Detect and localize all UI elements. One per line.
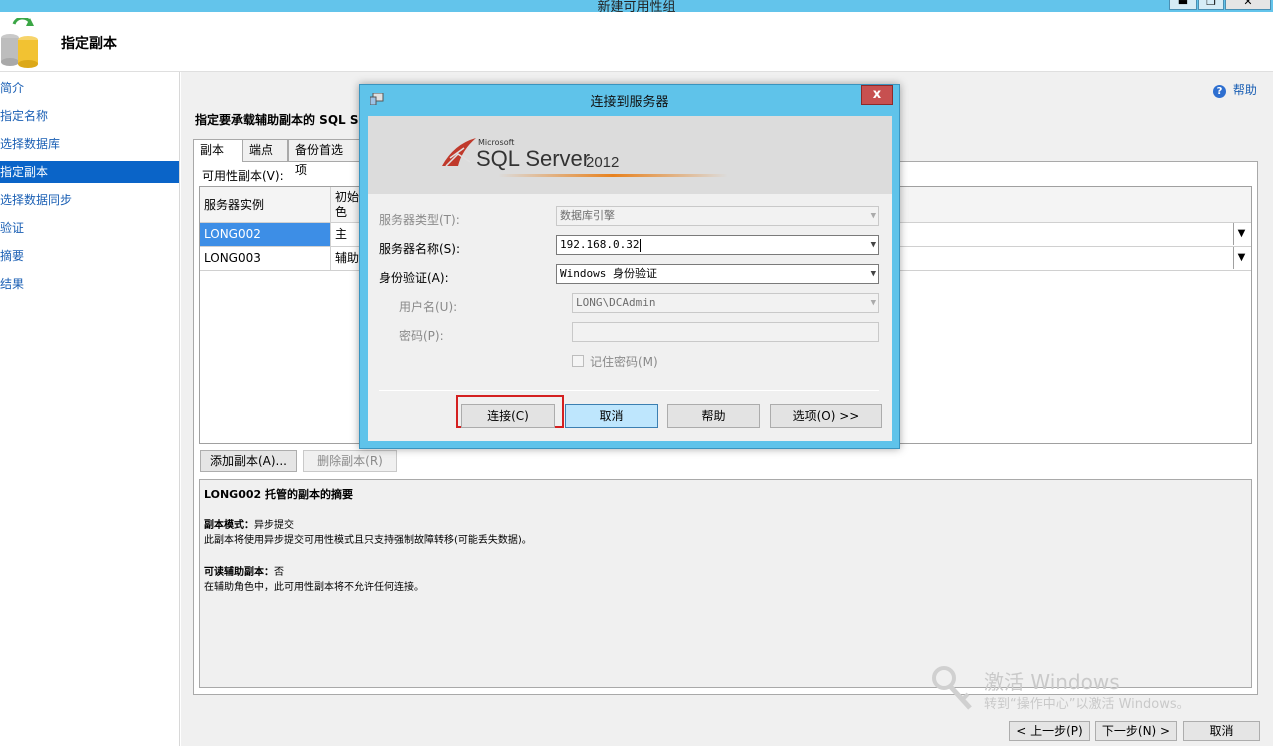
chevron-down-icon: ▼ bbox=[870, 298, 876, 308]
cancel-wizard-button[interactable]: 取消 bbox=[1183, 721, 1260, 741]
server-type-select[interactable]: 数据库引擎 ▼ bbox=[556, 206, 879, 226]
server-type-label: 服务器类型(T): bbox=[379, 213, 460, 227]
close-icon: ✕ bbox=[1243, 0, 1253, 8]
connect-dialog: 连接到服务器 x Microsoft SQL Server 2012 服务器类型… bbox=[359, 84, 900, 449]
sql-server-logo-icon bbox=[442, 138, 476, 167]
server-name-label: 服务器名称(S): bbox=[379, 242, 461, 256]
tab-endpoints[interactable]: 端点 bbox=[242, 139, 288, 161]
column-header-role[interactable]: 初始 色 bbox=[331, 187, 361, 223]
logo-product: SQL Server bbox=[476, 146, 591, 171]
window-title: 新建可用性组 bbox=[597, 0, 676, 12]
table-row-role[interactable]: 辅助 bbox=[331, 247, 361, 271]
window-titlebar: 新建可用性组 ▬ ❐ ✕ bbox=[0, 0, 1273, 12]
table-row-server[interactable]: LONG002 bbox=[200, 223, 331, 247]
summary-mode: 副本模式：异步提交 bbox=[204, 516, 294, 531]
cancel-button[interactable]: 取消 bbox=[565, 404, 658, 428]
page-title: 指定副本 bbox=[61, 36, 117, 52]
previous-button[interactable]: < 上一步(P) bbox=[1009, 721, 1090, 741]
chevron-down-icon[interactable]: ▼ bbox=[1233, 247, 1249, 269]
options-button[interactable]: 选项(O) >> bbox=[770, 404, 882, 428]
close-window-button[interactable]: ✕ bbox=[1225, 0, 1271, 10]
readable-description: 在辅助角色中，此可用性副本将不允许任何连接。 bbox=[204, 582, 424, 593]
password-input[interactable] bbox=[572, 322, 879, 342]
auth-label: 身份验证(A): bbox=[379, 271, 449, 285]
sidebar-item-name[interactable]: 指定名称 bbox=[0, 105, 179, 127]
watermark-subtitle: 转到“操作中心”以激活 Windows。 bbox=[984, 697, 1190, 712]
sidebar-item-databases[interactable]: 选择数据库 bbox=[0, 133, 179, 155]
restore-button[interactable]: ❐ bbox=[1198, 0, 1224, 10]
mode-description: 此副本将使用异步提交可用性模式且只支持强制故障转移(可能丢失数据)。 bbox=[204, 535, 532, 546]
sidebar-item-replicas[interactable]: 指定副本 bbox=[0, 161, 179, 183]
text-cursor bbox=[640, 238, 642, 252]
sidebar-item-results[interactable]: 结果 bbox=[0, 273, 179, 295]
summary-title: LONG002 托管的副本的摘要 bbox=[204, 488, 353, 501]
help-link[interactable]: ? 帮助 bbox=[1213, 81, 1257, 98]
activation-watermark: 激活 Windows 转到“操作中心”以激活 Windows。 bbox=[928, 664, 1268, 714]
tab-backup-preferences[interactable]: 备份首选项 bbox=[288, 139, 360, 177]
connect-button[interactable]: 连接(C) bbox=[461, 404, 555, 428]
tab-replicas[interactable]: 副本 bbox=[193, 139, 243, 162]
username-value: LONG\DCAdmin bbox=[576, 296, 656, 309]
replica-summary: LONG002 托管的副本的摘要 副本模式：异步提交 此副本将使用异步提交可用性… bbox=[199, 479, 1252, 688]
banner-accent-line bbox=[498, 174, 728, 177]
chevron-down-icon: ▼ bbox=[870, 211, 876, 221]
mode-label: 副本模式： bbox=[204, 520, 254, 531]
table-row-cell[interactable] bbox=[898, 247, 1251, 271]
key-icon bbox=[932, 666, 972, 710]
wizard-header: 指定副本 bbox=[0, 12, 1273, 72]
sql-server-banner: Microsoft SQL Server 2012 bbox=[368, 116, 892, 194]
server-name-input[interactable]: 192.168.0.32 ▼ bbox=[556, 235, 879, 255]
help-label: 帮助 bbox=[1232, 83, 1257, 97]
role-header-line1: 初始 bbox=[335, 190, 360, 204]
grid-header-right bbox=[898, 187, 1251, 223]
username-select[interactable]: LONG\DCAdmin ▼ bbox=[572, 293, 879, 313]
remember-password-label: 记住密码(M) bbox=[590, 355, 658, 369]
grid-label: 可用性副本(V): bbox=[202, 169, 284, 183]
sidebar-item-summary[interactable]: 摘要 bbox=[0, 245, 179, 267]
server-type-value: 数据库引擎 bbox=[560, 209, 615, 222]
role-header-line2: 色 bbox=[335, 205, 348, 219]
remember-password-checkbox[interactable] bbox=[572, 355, 584, 367]
close-icon: x bbox=[872, 87, 882, 102]
sidebar-item-intro[interactable]: 简介 bbox=[0, 77, 179, 99]
dialog-body: Microsoft SQL Server 2012 服务器类型(T): 数据库引… bbox=[368, 116, 892, 441]
password-label: 密码(P): bbox=[399, 329, 444, 343]
auth-value: Windows 身份验证 bbox=[560, 267, 657, 280]
instruction-text: 指定要承载辅助副本的 SQL Se bbox=[195, 113, 367, 127]
dialog-title: 连接到服务器 bbox=[590, 95, 669, 110]
restore-icon: ❐ bbox=[1206, 0, 1216, 8]
database-wizard-icon bbox=[1, 18, 38, 68]
username-label: 用户名(U): bbox=[399, 300, 458, 314]
chevron-down-icon[interactable]: ▼ bbox=[1233, 223, 1249, 245]
summary-readable: 可读辅助副本：否 bbox=[204, 563, 284, 578]
readable-value: 否 bbox=[274, 567, 284, 578]
remove-replica-button[interactable]: 删除副本(R) bbox=[303, 450, 397, 472]
sidebar-item-validation[interactable]: 验证 bbox=[0, 217, 179, 239]
next-button[interactable]: 下一步(N) > bbox=[1095, 721, 1177, 741]
watermark-title: 激活 Windows bbox=[984, 670, 1120, 694]
minimize-button[interactable]: ▬ bbox=[1169, 0, 1197, 10]
help-button[interactable]: 帮助 bbox=[667, 404, 760, 428]
help-icon: ? bbox=[1213, 85, 1226, 98]
minimize-icon: ▬ bbox=[1177, 0, 1189, 8]
chevron-down-icon: ▼ bbox=[870, 240, 876, 250]
sidebar-item-data-sync[interactable]: 选择数据同步 bbox=[0, 189, 179, 211]
dialog-divider bbox=[379, 390, 879, 391]
mode-value: 异步提交 bbox=[254, 520, 294, 531]
logo-version: 2012 bbox=[586, 154, 620, 171]
wizard-sidebar: 简介 指定名称 选择数据库 指定副本 选择数据同步 验证 摘要 结果 bbox=[0, 72, 180, 746]
readable-label: 可读辅助副本： bbox=[204, 567, 274, 578]
add-replica-button[interactable]: 添加副本(A)... bbox=[200, 450, 297, 472]
table-row-cell[interactable] bbox=[898, 223, 1251, 247]
dialog-close-button[interactable]: x bbox=[861, 85, 893, 105]
column-header-server[interactable]: 服务器实例 bbox=[200, 187, 331, 223]
server-name-value: 192.168.0.32 bbox=[560, 238, 640, 251]
table-row-server[interactable]: LONG003 bbox=[200, 247, 331, 271]
auth-select[interactable]: Windows 身份验证 ▼ bbox=[556, 264, 879, 284]
chevron-down-icon: ▼ bbox=[870, 269, 876, 279]
table-row-role[interactable]: 主 bbox=[331, 223, 361, 247]
